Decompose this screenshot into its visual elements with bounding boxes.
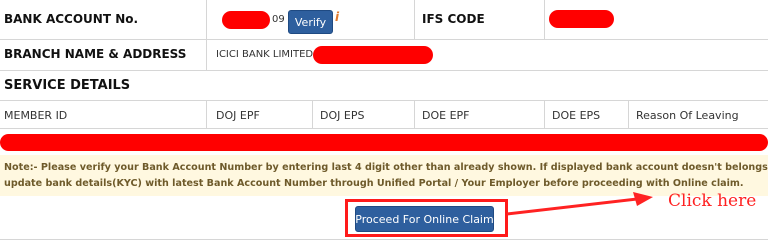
bank-account-label: BANK ACCOUNT No. bbox=[4, 12, 139, 26]
kyc-note: Note:- Please verify your Bank Account N… bbox=[0, 155, 768, 196]
note-line-1: Note:- Please verify your Bank Account N… bbox=[4, 162, 768, 173]
redacted-ifs-code bbox=[549, 10, 614, 28]
column-divider bbox=[206, 100, 207, 128]
column-divider bbox=[414, 100, 415, 128]
column-header-doe-eps: DOE EPS bbox=[552, 109, 601, 122]
branch-label: BRANCH NAME & ADDRESS bbox=[4, 47, 187, 61]
redacted-account-number bbox=[222, 11, 270, 29]
column-divider bbox=[312, 100, 313, 128]
arrow-icon bbox=[506, 192, 653, 216]
branch-value: ICICI BANK LIMITED, bbox=[216, 49, 317, 60]
proceed-online-claim-button[interactable]: Proceed For Online Claim bbox=[355, 206, 494, 232]
column-header-doj-eps: DOJ EPS bbox=[320, 109, 365, 122]
click-here-annotation: Click here bbox=[668, 191, 757, 211]
column-header-reason-of-leaving: Reason Of Leaving bbox=[636, 109, 739, 122]
column-header-member-id: MEMBER ID bbox=[4, 109, 68, 122]
row-divider bbox=[0, 70, 768, 71]
verify-button[interactable]: Verify bbox=[288, 10, 333, 34]
column-divider bbox=[544, 0, 545, 39]
row-divider bbox=[0, 128, 768, 129]
column-divider bbox=[414, 0, 415, 39]
account-suffix: 09 bbox=[272, 14, 285, 25]
redacted-branch-address bbox=[313, 46, 433, 64]
row-divider bbox=[0, 100, 768, 101]
note-line-2: update bank details(KYC) with latest Ban… bbox=[4, 178, 744, 189]
column-divider bbox=[628, 100, 629, 128]
service-details-title: SERVICE DETAILS bbox=[4, 78, 131, 93]
row-divider bbox=[0, 239, 768, 240]
column-divider bbox=[206, 0, 207, 70]
redacted-service-row bbox=[0, 134, 768, 151]
info-icon[interactable]: i bbox=[335, 10, 339, 24]
ifs-code-label: IFS CODE bbox=[422, 12, 485, 26]
row-divider bbox=[0, 39, 768, 40]
column-header-doe-epf: DOE EPF bbox=[422, 109, 470, 122]
column-header-doj-epf: DOJ EPF bbox=[216, 109, 260, 122]
column-divider bbox=[544, 100, 545, 128]
